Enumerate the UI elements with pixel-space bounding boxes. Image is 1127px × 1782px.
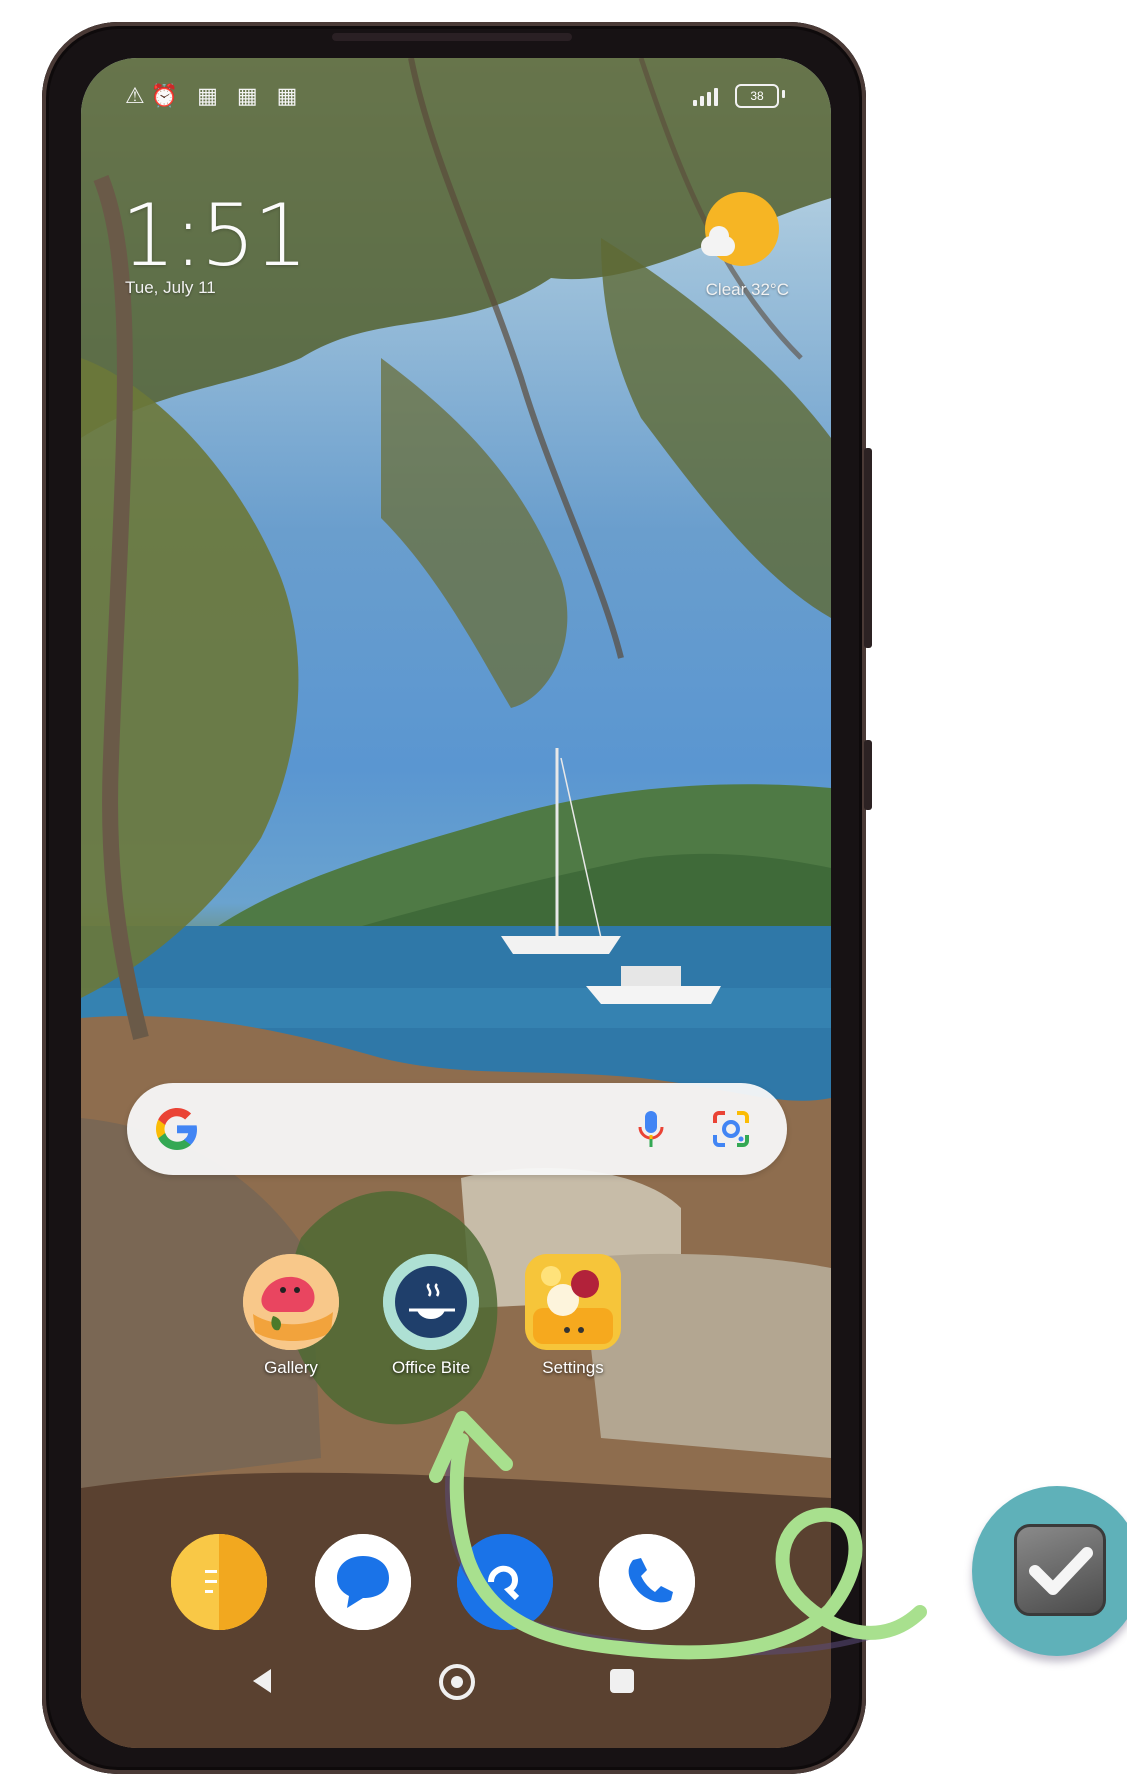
- maps-app-icon[interactable]: [457, 1534, 553, 1630]
- google-logo-icon: [151, 1103, 203, 1166]
- notification-icons: ⚠⏰ ▦ ▦ ▦: [125, 84, 304, 109]
- weather-widget[interactable]: Clear 32°C: [697, 192, 789, 300]
- sunny-weather-icon: [697, 192, 779, 274]
- google-search-bar[interactable]: [127, 1083, 787, 1175]
- voice-search-mic-icon[interactable]: [627, 1105, 675, 1153]
- battery-level: 38: [735, 84, 779, 108]
- settings-icon: [525, 1254, 621, 1350]
- recents-button[interactable]: [607, 1666, 637, 1701]
- earpiece: [332, 33, 572, 41]
- app-office-bite[interactable]: Office Bite: [371, 1254, 491, 1378]
- power-button: [864, 740, 872, 810]
- app-label-settings: Settings: [542, 1358, 604, 1377]
- phone-call-icon[interactable]: [599, 1534, 695, 1630]
- google-lens-icon[interactable]: [709, 1107, 753, 1151]
- checkbox-checked-icon: [1014, 1524, 1106, 1616]
- volume-button: [864, 448, 872, 648]
- weather-condition: Clear 32°C: [705, 280, 789, 299]
- home-screen: ⚠⏰ ▦ ▦ ▦ 38 1:51 Tue, July 11 Clear 32°C: [81, 58, 831, 1748]
- back-button[interactable]: [247, 1666, 277, 1701]
- clock-date: Tue, July 11: [125, 278, 216, 297]
- office-bite-icon: [383, 1254, 479, 1350]
- notes-icon[interactable]: [171, 1534, 267, 1630]
- app-label-office-bite: Office Bite: [391, 1358, 471, 1377]
- messages-icon[interactable]: [315, 1534, 411, 1630]
- wallpaper: [81, 58, 831, 1748]
- status-right: 38: [693, 84, 785, 108]
- gallery-icon: [243, 1254, 339, 1350]
- clock-time[interactable]: 1:51: [121, 186, 308, 286]
- app-gallery[interactable]: Gallery: [231, 1254, 351, 1378]
- app-label-gallery: Gallery: [264, 1358, 318, 1377]
- status-bar: ⚠⏰ ▦ ▦ ▦ 38: [81, 80, 831, 120]
- battery-icon: 38: [731, 84, 785, 108]
- app-settings[interactable]: Settings: [513, 1254, 633, 1378]
- check-badge: [972, 1486, 1127, 1656]
- signal-icon: [693, 86, 719, 106]
- home-button[interactable]: [437, 1662, 477, 1707]
